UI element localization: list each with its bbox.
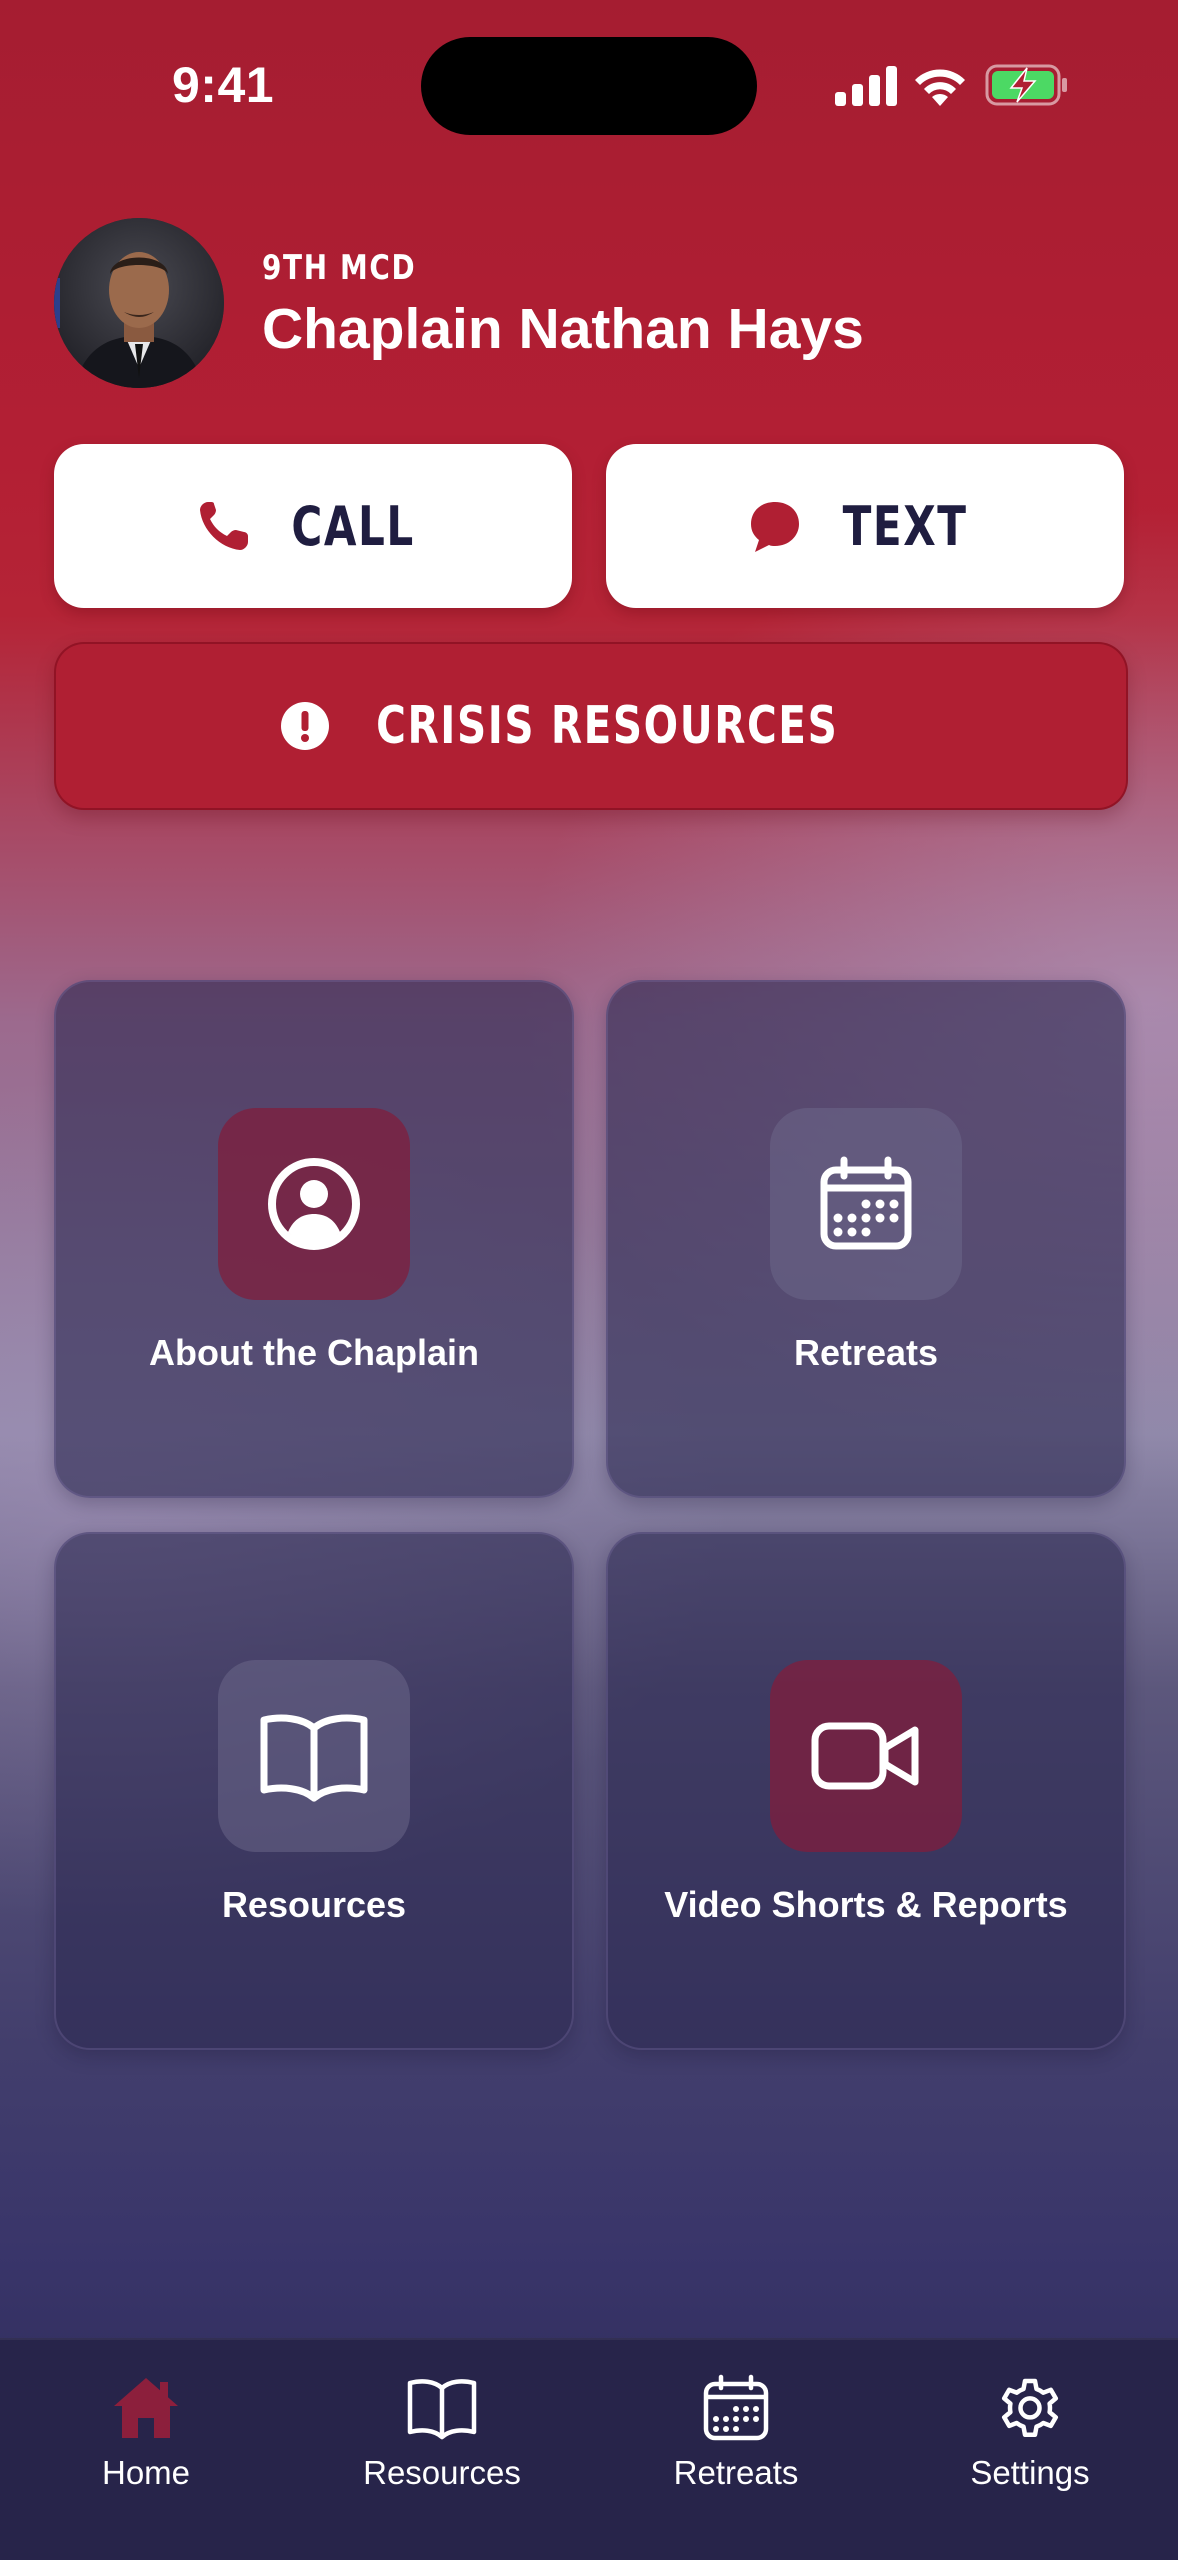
battery-charging-icon: [985, 64, 1067, 106]
about-chaplain-icon-box: [218, 1108, 410, 1300]
avatar[interactable]: [54, 218, 224, 388]
tab-bar: Home Resources Retreats Settings: [0, 2338, 1178, 2560]
tab-home-label: Home: [101, 2454, 191, 2491]
calendar-icon: [820, 1156, 912, 1250]
tab-home[interactable]: Home: [26, 2372, 266, 2512]
video-shorts-reports-label: Video Shorts & Reports: [664, 1884, 1068, 1925]
phone-icon: [199, 502, 248, 550]
chaplain-name: Chaplain Nathan Hays: [262, 297, 864, 361]
resources-label: Resources: [221, 1884, 407, 1925]
tab-resources-label: Resources: [363, 2454, 521, 2491]
alert-circle-icon: [280, 702, 329, 750]
about-chaplain-tile[interactable]: About the Chaplain: [54, 980, 574, 1498]
chaplain-profile-header: 9TH MCD Chaplain Nathan Hays: [54, 218, 1134, 390]
calendar-icon: [703, 2374, 769, 2441]
resources-tile[interactable]: Resources: [54, 1532, 574, 2050]
crisis-resources-label: CRISIS RESOURCES: [375, 696, 839, 756]
text-label: TEXT: [842, 494, 968, 558]
cellular-signal-icon: [835, 66, 897, 106]
home-screen: 9:41 9TH MCD Chaplain Nathan Hays CALL T…: [0, 0, 1178, 2560]
video-camera-icon: [811, 1722, 919, 1790]
book-icon: [407, 2379, 477, 2440]
tab-settings[interactable]: Settings: [910, 2372, 1150, 2512]
tab-retreats[interactable]: Retreats: [616, 2372, 856, 2512]
about-chaplain-label: About the Chaplain: [149, 1332, 479, 1373]
retreats-label: Retreats: [793, 1332, 939, 1373]
crisis-resources-button[interactable]: CRISIS RESOURCES: [54, 642, 1128, 810]
home-icon: [114, 2378, 178, 2438]
dynamic-island: [421, 37, 757, 135]
video-shorts-reports-tile[interactable]: Video Shorts & Reports: [606, 1532, 1126, 2050]
wifi-icon: [915, 69, 965, 106]
unit-label: 9TH MCD: [262, 248, 417, 288]
text-button[interactable]: TEXT: [606, 444, 1124, 608]
gear-icon: [1001, 2378, 1059, 2437]
chat-bubble-icon: [750, 502, 799, 552]
tab-resources[interactable]: Resources: [322, 2372, 562, 2512]
resources-icon-box: [218, 1660, 410, 1852]
person-circle-icon: [268, 1158, 360, 1250]
retreats-icon-box: [770, 1108, 962, 1300]
tab-settings-label: Settings: [970, 2454, 1090, 2491]
tab-retreats-label: Retreats: [673, 2454, 799, 2491]
retreats-tile[interactable]: Retreats: [606, 980, 1126, 1498]
status-time: 9:41: [172, 57, 275, 113]
status-bar: 9:41: [0, 0, 1178, 170]
video-icon-box: [770, 1660, 962, 1852]
call-button[interactable]: CALL: [54, 444, 572, 608]
call-label: CALL: [291, 494, 415, 558]
book-icon: [260, 1714, 368, 1802]
